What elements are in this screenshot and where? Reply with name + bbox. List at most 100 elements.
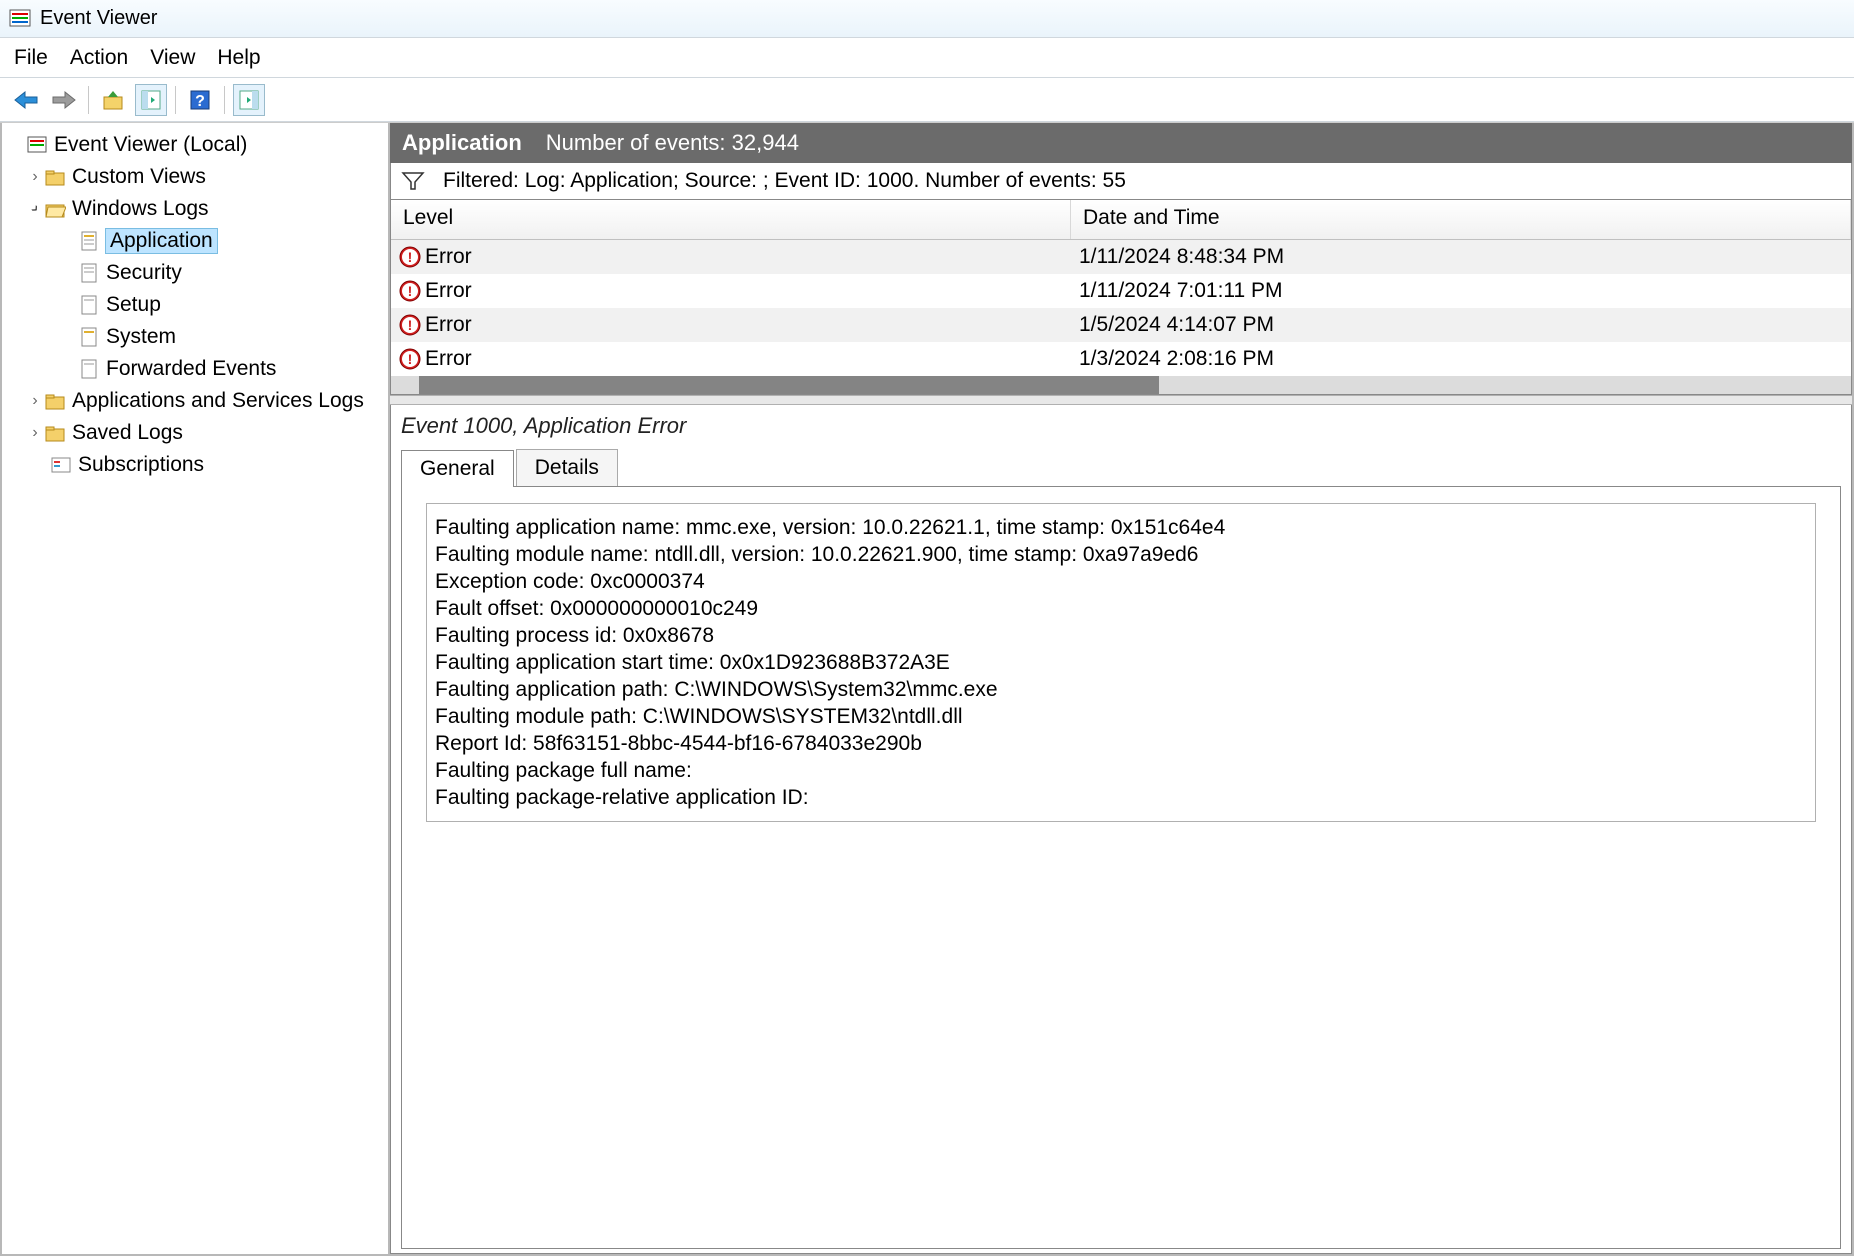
tree-windows-logs[interactable]: › Windows Logs xyxy=(6,193,384,225)
detail-line: Faulting module path: C:\WINDOWS\SYSTEM3… xyxy=(435,703,1807,730)
tree-system[interactable]: System xyxy=(6,321,384,353)
cell-level: Error xyxy=(425,347,472,371)
cell-level: Error xyxy=(425,279,472,303)
splitter[interactable] xyxy=(390,395,1852,405)
tree-label: Custom Views xyxy=(72,165,206,189)
menu-help[interactable]: Help xyxy=(217,46,260,70)
tree-label: System xyxy=(106,325,176,349)
tree-forwarded[interactable]: Forwarded Events xyxy=(6,353,384,385)
expander-open-icon[interactable]: › xyxy=(24,198,47,221)
event-grid: Level Date and Time !Error1/11/2024 8:48… xyxy=(390,200,1852,395)
tree-subscriptions[interactable]: Subscriptions xyxy=(6,449,384,481)
filter-icon xyxy=(401,169,425,193)
detail-line: Faulting application name: mmc.exe, vers… xyxy=(435,514,1807,541)
tree-custom-views[interactable]: › Custom Views xyxy=(6,161,384,193)
folder-open-icon xyxy=(44,198,66,220)
up-button[interactable] xyxy=(97,84,129,116)
tree-label: Event Viewer (Local) xyxy=(54,133,247,157)
folder-icon xyxy=(44,166,66,188)
log-icon xyxy=(78,358,100,380)
cell-level: Error xyxy=(425,245,472,269)
grid-body: !Error1/11/2024 8:48:34 PM!Error1/11/202… xyxy=(391,240,1851,376)
panel-toggle-icon xyxy=(140,89,162,111)
detail-line: Exception code: 0xc0000374 xyxy=(435,568,1807,595)
cell-date: 1/11/2024 8:48:34 PM xyxy=(1071,245,1284,269)
svg-text:!: ! xyxy=(408,351,413,367)
log-icon xyxy=(78,230,100,252)
back-button[interactable] xyxy=(10,84,42,116)
help-icon: ? xyxy=(189,89,211,111)
detail-line: Faulting package-relative application ID… xyxy=(435,784,1807,811)
menu-view[interactable]: View xyxy=(150,46,195,70)
tree-root[interactable]: Event Viewer (Local) xyxy=(6,129,384,161)
app-icon xyxy=(8,7,32,31)
toolbar: ? xyxy=(0,78,1854,122)
horizontal-scrollbar[interactable] xyxy=(391,376,1851,394)
content-header: Application Number of events: 32,944 xyxy=(390,123,1852,163)
expander-icon[interactable]: › xyxy=(28,392,42,410)
properties-button[interactable] xyxy=(135,84,167,116)
tree-application[interactable]: Application xyxy=(6,225,384,257)
tree-saved-logs[interactable]: › Saved Logs xyxy=(6,417,384,449)
tree-label: Setup xyxy=(106,293,161,317)
detail-line: Fault offset: 0x000000000010c249 xyxy=(435,595,1807,622)
folder-icon xyxy=(44,390,66,412)
col-level[interactable]: Level xyxy=(391,200,1071,239)
error-icon: ! xyxy=(399,314,421,336)
cell-date: 1/5/2024 4:14:07 PM xyxy=(1071,313,1274,337)
svg-text:!: ! xyxy=(408,317,413,333)
detail-line: Faulting application path: C:\WINDOWS\Sy… xyxy=(435,676,1807,703)
tree-setup[interactable]: Setup xyxy=(6,289,384,321)
detail-line: Faulting module name: ntdll.dll, version… xyxy=(435,541,1807,568)
menu-action[interactable]: Action xyxy=(70,46,128,70)
svg-text:!: ! xyxy=(408,249,413,265)
detail-line: Report Id: 58f63151-8bbc-4544-bf16-67840… xyxy=(435,730,1807,757)
error-icon: ! xyxy=(399,280,421,302)
arrow-left-icon xyxy=(13,90,39,110)
detail-pane: Event 1000, Application Error General De… xyxy=(390,405,1852,1254)
table-row[interactable]: ! Error 1/5/2024 4:14:07 PM xyxy=(391,308,1851,342)
detail-tabs: General Details xyxy=(401,449,1841,486)
detail-line: Faulting package full name: xyxy=(435,757,1807,784)
tree-pane[interactable]: Event Viewer (Local) › Custom Views › Wi… xyxy=(0,123,390,1256)
table-row[interactable]: ! Error 1/3/2024 2:08:16 PM xyxy=(391,342,1851,376)
tree-label: Subscriptions xyxy=(78,453,204,477)
filter-text: Filtered: Log: Application; Source: ; Ev… xyxy=(443,169,1126,193)
tab-panel: Faulting application name: mmc.exe, vers… xyxy=(401,486,1841,1249)
content-title: Application xyxy=(402,130,522,156)
titlebar: Event Viewer xyxy=(0,0,1854,38)
tree-label: Applications and Services Logs xyxy=(72,389,364,413)
log-icon xyxy=(78,262,100,284)
tree-label: Application xyxy=(106,229,217,253)
detail-body: Faulting application name: mmc.exe, vers… xyxy=(426,503,1816,822)
folder-icon xyxy=(44,422,66,444)
filter-bar: Filtered: Log: Application; Source: ; Ev… xyxy=(390,163,1852,200)
tree-label: Security xyxy=(106,261,182,285)
tree-security[interactable]: Security xyxy=(6,257,384,289)
error-icon: ! xyxy=(399,246,421,268)
tab-general[interactable]: General xyxy=(401,450,514,487)
panel-right-icon xyxy=(238,89,260,111)
tree-label: Saved Logs xyxy=(72,421,183,445)
expander-icon[interactable]: › xyxy=(28,424,42,442)
cell-level: Error xyxy=(425,313,472,337)
col-date[interactable]: Date and Time xyxy=(1071,200,1851,239)
detail-title: Event 1000, Application Error xyxy=(401,409,1841,449)
forward-button[interactable] xyxy=(48,84,80,116)
detail-line: Faulting process id: 0x0x8678 xyxy=(435,622,1807,649)
action-pane-button[interactable] xyxy=(233,84,265,116)
table-row[interactable]: ! Error 1/11/2024 8:48:34 PM xyxy=(391,240,1851,274)
log-icon xyxy=(78,294,100,316)
cell-date: 1/3/2024 2:08:16 PM xyxy=(1071,347,1274,371)
table-row[interactable]: !Error1/11/2024 7:01:11 PM xyxy=(391,274,1851,308)
tree-apps-services[interactable]: › Applications and Services Logs xyxy=(6,385,384,417)
subscriptions-icon xyxy=(50,454,72,476)
tree-label: Windows Logs xyxy=(72,197,209,221)
arrow-right-icon xyxy=(51,90,77,110)
grid-header: Level Date and Time xyxy=(391,200,1851,240)
expander-icon[interactable]: › xyxy=(28,168,42,186)
svg-text:?: ? xyxy=(195,93,205,110)
help-button[interactable]: ? xyxy=(184,84,216,116)
menu-file[interactable]: File xyxy=(14,46,48,70)
tab-details[interactable]: Details xyxy=(516,449,618,486)
